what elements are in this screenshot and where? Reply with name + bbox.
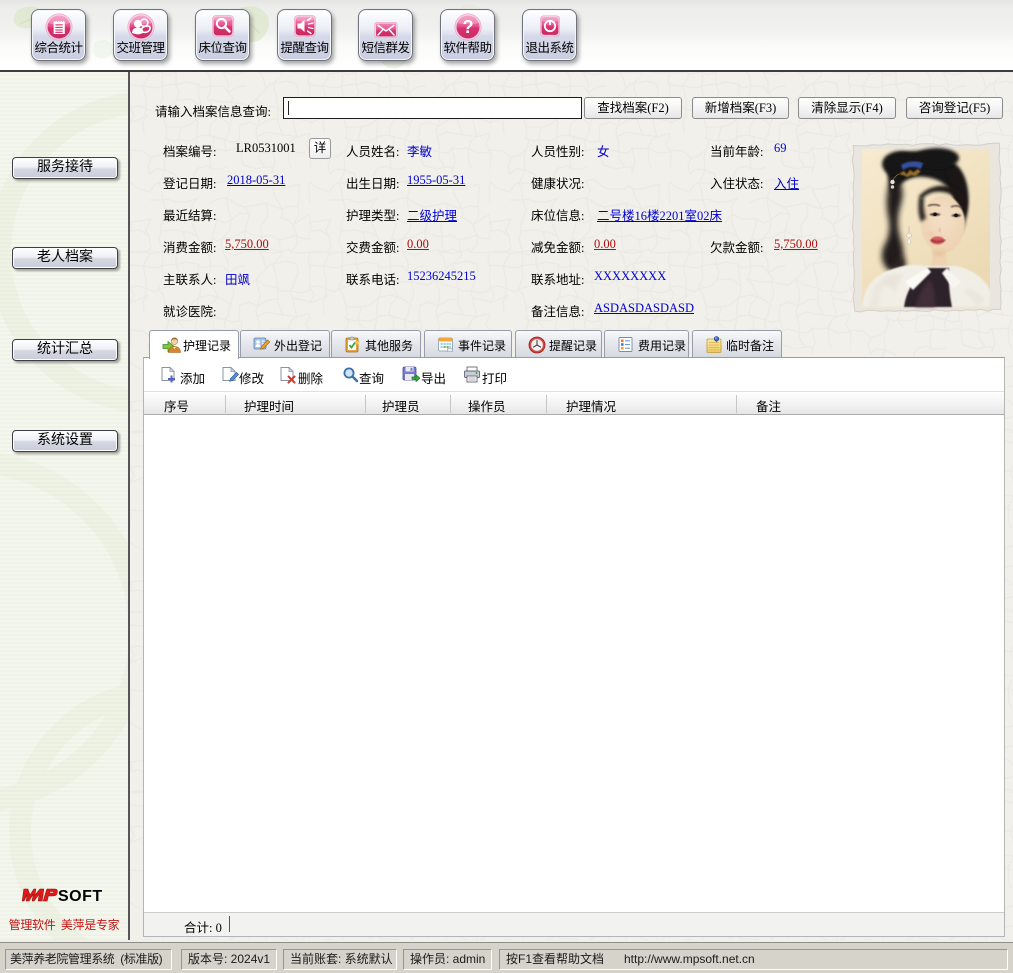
svg-text:?: ? [462,17,473,37]
svg-text:SOFT: SOFT [58,888,103,905]
